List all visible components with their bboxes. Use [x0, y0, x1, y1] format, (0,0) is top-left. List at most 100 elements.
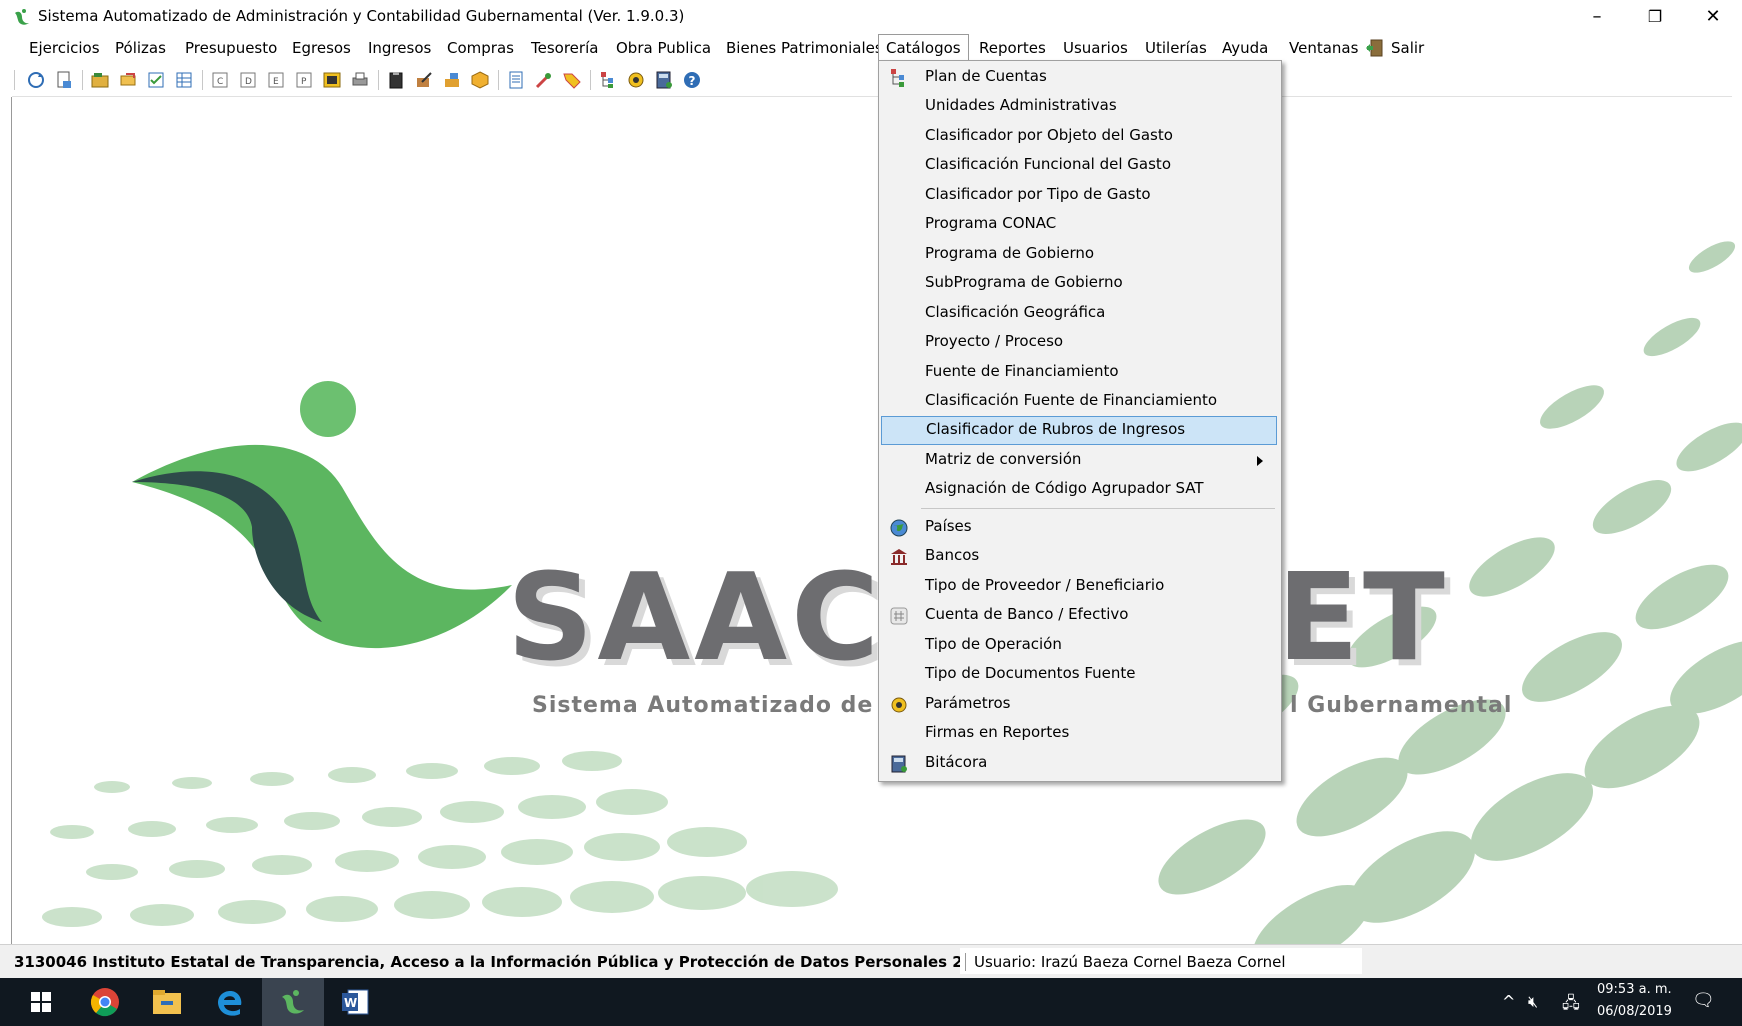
- menu-item-tipo-proveedor-beneficiario[interactable]: Tipo de Proveedor / Beneficiario: [881, 572, 1277, 601]
- menu-item-tipo-documentos-fuente[interactable]: Tipo de Documentos Fuente: [881, 660, 1277, 689]
- menu-item-clasificador-rubros-ingresos[interactable]: Clasificador de Rubros de Ingresos: [881, 416, 1277, 445]
- pb-icon[interactable]: [322, 70, 342, 90]
- toolbar-separator: [378, 70, 379, 90]
- tools-icon[interactable]: [534, 70, 554, 90]
- menu-item-label: Bancos: [925, 546, 980, 564]
- menu-ingresos[interactable]: Ingresos: [361, 36, 438, 60]
- menu-item-bancos[interactable]: Bancos: [881, 542, 1277, 571]
- menu-item-label: Tipo de Proveedor / Beneficiario: [925, 576, 1165, 594]
- transfer-icon[interactable]: [442, 70, 462, 90]
- menu-reportes[interactable]: Reportes: [972, 36, 1053, 60]
- menu-ejercicios[interactable]: Ejercicios: [22, 36, 107, 60]
- submenu-arrow-icon: [1257, 456, 1263, 466]
- folder-icon[interactable]: [90, 70, 110, 90]
- svg-text:?: ?: [689, 74, 696, 88]
- volume-mute-icon[interactable]: 🔇︎: [1528, 992, 1538, 1012]
- menu-item-label: Programa CONAC: [925, 214, 1057, 232]
- forward-icon[interactable]: [118, 70, 138, 90]
- menu-item-parametros[interactable]: Parámetros: [881, 690, 1277, 719]
- gear-icon[interactable]: [626, 70, 646, 90]
- menu-egresos[interactable]: Egresos: [285, 36, 358, 60]
- menu-item-label: Matriz de conversión: [925, 450, 1082, 468]
- menu-polizas[interactable]: Pólizas: [108, 36, 173, 60]
- tag-icon[interactable]: [562, 70, 582, 90]
- menu-item-bitacora[interactable]: Bitácora: [881, 749, 1277, 778]
- menu-usuarios[interactable]: Usuarios: [1056, 36, 1135, 60]
- calculator-icon[interactable]: [654, 70, 674, 90]
- close-button[interactable]: ✕: [1685, 0, 1741, 32]
- e-icon[interactable]: E: [266, 70, 286, 90]
- menu-item-matriz-conversion[interactable]: Matriz de conversión: [881, 446, 1277, 475]
- menu-item-cuenta-banco-efectivo[interactable]: Cuenta de Banco / Efectivo: [881, 601, 1277, 630]
- tree-icon[interactable]: [598, 70, 618, 90]
- clock-time[interactable]: 09:53 a. m.: [1597, 982, 1672, 997]
- menu-utilerias[interactable]: Utilerías: [1138, 36, 1214, 60]
- document-icon[interactable]: [54, 70, 74, 90]
- menu-item-label: Cuenta de Banco / Efectivo: [925, 605, 1129, 623]
- windows-start-icon[interactable]: [10, 978, 72, 1026]
- menu-bienes-patrimoniales[interactable]: Bienes Patrimoniales: [719, 36, 890, 60]
- file-explorer-icon[interactable]: [136, 978, 198, 1026]
- menu-item-clasificador-objeto-gasto[interactable]: Clasificador por Objeto del Gasto: [881, 122, 1277, 151]
- menu-item-subprograma-gobierno[interactable]: SubPrograma de Gobierno: [881, 269, 1277, 298]
- menu-item-label: Proyecto / Proceso: [925, 332, 1064, 350]
- menu-item-programa-conac[interactable]: Programa CONAC: [881, 210, 1277, 239]
- clock-date[interactable]: 06/08/2019: [1597, 1004, 1672, 1019]
- toolbar-grip: [14, 70, 15, 90]
- menu-item-label: Países: [925, 517, 972, 535]
- menu-item-label: Firmas en Reportes: [925, 723, 1070, 741]
- printer-icon[interactable]: [350, 70, 370, 90]
- menu-item-proyecto-proceso[interactable]: Proyecto / Proceso: [881, 328, 1277, 357]
- menu-obra-publica[interactable]: Obra Publica: [609, 36, 718, 60]
- notifications-icon[interactable]: 🗨︎: [1692, 990, 1715, 1011]
- menu-item-plan-de-cuentas[interactable]: Plan de Cuentas: [881, 63, 1277, 92]
- checklist-icon[interactable]: [146, 70, 166, 90]
- menu-ayuda[interactable]: Ayuda: [1215, 36, 1275, 60]
- svg-text:P: P: [301, 77, 307, 87]
- saag-logo-text-left: SAAC: [507, 549, 884, 688]
- saag-icon[interactable]: [262, 978, 324, 1026]
- menu-tesoreria[interactable]: Tesorería: [524, 36, 605, 60]
- menu-item-clasificacion-geografica[interactable]: Clasificación Geográfica: [881, 299, 1277, 328]
- d-icon[interactable]: D: [238, 70, 258, 90]
- tray-caret-icon[interactable]: ^: [1502, 992, 1515, 1011]
- menu-item-programa-gobierno[interactable]: Programa de Gobierno: [881, 240, 1277, 269]
- refresh-icon[interactable]: [26, 70, 46, 90]
- edit-icon[interactable]: [414, 70, 434, 90]
- edge-icon[interactable]: [198, 978, 260, 1026]
- toolbar-separator: [82, 70, 83, 90]
- window-title: Sistema Automatizado de Administración y…: [38, 7, 685, 25]
- menu-ventanas[interactable]: Ventanas: [1282, 36, 1365, 60]
- package-icon[interactable]: [470, 70, 490, 90]
- menu-item-label: Clasificador por Tipo de Gasto: [925, 185, 1151, 203]
- menu-item-firmas-reportes[interactable]: Firmas en Reportes: [881, 719, 1277, 748]
- c-icon[interactable]: C: [210, 70, 230, 90]
- menu-item-clasificacion-fuente-financiamiento[interactable]: Clasificación Fuente de Financiamiento: [881, 387, 1277, 416]
- menu-item-label: Tipo de Documentos Fuente: [925, 664, 1136, 682]
- report-icon[interactable]: [506, 70, 526, 90]
- help-icon[interactable]: ?: [682, 70, 702, 90]
- network-icon[interactable]: 🖧︎: [1562, 992, 1580, 1019]
- clipboard-icon[interactable]: [386, 70, 406, 90]
- chrome-icon[interactable]: [74, 978, 136, 1026]
- minimize-button[interactable]: –: [1569, 0, 1625, 32]
- catalogos-dropdown-menu: Plan de Cuentas Unidades Administrativas…: [878, 60, 1282, 782]
- restore-button[interactable]: ❐: [1627, 0, 1683, 32]
- menu-item-asignacion-codigo-agrupador-sat[interactable]: Asignación de Código Agrupador SAT: [881, 475, 1277, 504]
- menu-salir[interactable]: Salir: [1384, 36, 1431, 60]
- menu-item-clasificador-tipo-gasto[interactable]: Clasificador por Tipo de Gasto: [881, 181, 1277, 210]
- grid-icon[interactable]: [174, 70, 194, 90]
- word-icon[interactable]: W: [324, 978, 386, 1026]
- svg-text:W: W: [344, 996, 357, 1010]
- menu-presupuesto[interactable]: Presupuesto: [178, 36, 284, 60]
- menu-item-fuente-financiamiento[interactable]: Fuente de Financiamiento: [881, 358, 1277, 387]
- status-bar: 3130046 Instituto Estatal de Transparenc…: [0, 944, 1742, 979]
- menu-item-paises[interactable]: Países: [881, 513, 1277, 542]
- menu-item-tipo-operacion[interactable]: Tipo de Operación: [881, 631, 1277, 660]
- menu-item-clasificacion-funcional-gasto[interactable]: Clasificación Funcional del Gasto: [881, 151, 1277, 180]
- menu-item-unidades-administrativas[interactable]: Unidades Administrativas: [881, 92, 1277, 121]
- menu-compras[interactable]: Compras: [440, 36, 521, 60]
- p-icon[interactable]: P: [294, 70, 314, 90]
- menu-catalogos[interactable]: Catálogos: [878, 34, 969, 62]
- svg-text:E: E: [273, 77, 279, 87]
